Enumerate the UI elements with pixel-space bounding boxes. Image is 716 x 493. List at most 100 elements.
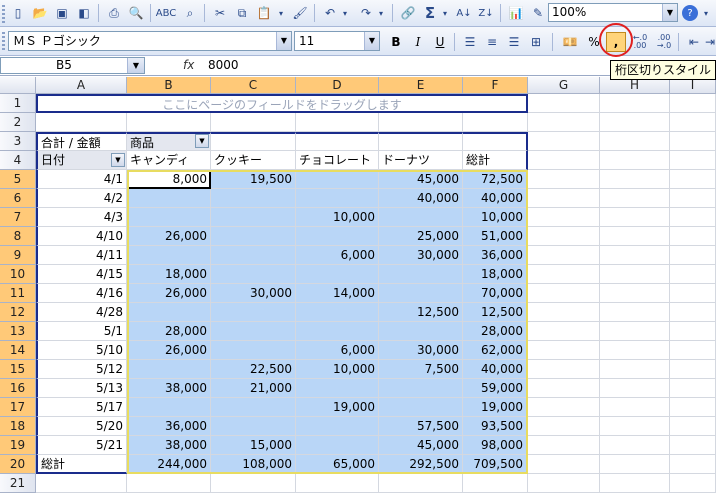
data-field-label[interactable]: 合計 / 金額 (36, 132, 127, 151)
row-total-cell[interactable]: 12,500 (463, 303, 528, 322)
date-label[interactable]: 4/3 (36, 208, 127, 227)
font-size-dropdown-icon[interactable]: ▼ (364, 32, 379, 50)
row-header[interactable]: 14 (0, 341, 36, 360)
format-painter-icon[interactable]: 🖌 (290, 3, 310, 23)
row-total-cell[interactable]: 70,000 (463, 284, 528, 303)
value-cell[interactable]: 19,500 (211, 170, 296, 189)
grid-cell[interactable] (528, 227, 600, 246)
redo-icon[interactable]: ↷ (356, 3, 376, 23)
value-cell[interactable] (296, 417, 379, 436)
grid-cell[interactable] (127, 113, 211, 132)
value-cell[interactable] (211, 189, 296, 208)
grid-cell[interactable] (211, 113, 296, 132)
grid-cell[interactable] (600, 322, 670, 341)
name-box[interactable]: B5 ▼ (0, 57, 145, 74)
date-label[interactable]: 4/1 (36, 170, 127, 189)
value-cell[interactable] (211, 303, 296, 322)
value-cell[interactable]: 40,000 (379, 189, 463, 208)
value-cell[interactable] (127, 303, 211, 322)
value-cell[interactable]: 15,000 (211, 436, 296, 455)
increase-decimal-button[interactable]: ←.0 .00 (630, 32, 650, 52)
value-cell[interactable] (379, 284, 463, 303)
row-header[interactable]: 15 (0, 360, 36, 379)
zoom-combobox[interactable]: 100% ▼ (548, 3, 678, 22)
value-cell[interactable] (379, 322, 463, 341)
paste-dropdown-icon[interactable]: ▾ (276, 3, 286, 23)
value-cell[interactable]: 10,000 (296, 360, 379, 379)
row-total-cell[interactable]: 72,500 (463, 170, 528, 189)
page-field-drop-zone[interactable]: ここにページのフィールドをドラッグします (36, 94, 528, 113)
grand-total-cell[interactable]: 244,000 (127, 455, 211, 474)
value-cell[interactable]: 45,000 (379, 170, 463, 189)
autosum-dropdown-icon[interactable]: ▾ (440, 3, 450, 23)
product-header[interactable]: クッキー (211, 151, 296, 170)
name-box-dropdown-icon[interactable]: ▼ (127, 58, 144, 73)
product-header[interactable]: チョコレート (296, 151, 379, 170)
grid-cell[interactable] (528, 322, 600, 341)
grid-cell[interactable] (296, 474, 379, 493)
date-label[interactable]: 4/2 (36, 189, 127, 208)
column-header-c[interactable]: C (211, 77, 296, 94)
date-label[interactable]: 4/16 (36, 284, 127, 303)
decrease-decimal-button[interactable]: .00 →.0 (654, 32, 674, 52)
redo-dropdown-icon[interactable]: ▾ (376, 3, 386, 23)
value-cell[interactable]: 38,000 (127, 379, 211, 398)
font-name-combobox[interactable]: ＭＳ Ｐゴシック ▼ (8, 31, 292, 51)
value-cell[interactable]: 25,000 (379, 227, 463, 246)
date-label[interactable]: 4/10 (36, 227, 127, 246)
grid-cell[interactable] (528, 132, 600, 151)
value-cell[interactable] (211, 246, 296, 265)
hyperlink-icon[interactable]: 🔗 (398, 3, 418, 23)
grand-total-cell[interactable]: 65,000 (296, 455, 379, 474)
grid-cell[interactable] (528, 303, 600, 322)
grid-cell[interactable] (600, 189, 670, 208)
grid-cell[interactable] (670, 170, 716, 189)
row-header[interactable]: 13 (0, 322, 36, 341)
column-header-f[interactable]: F (463, 77, 528, 94)
underline-button[interactable]: U (430, 32, 450, 52)
row-total-cell[interactable]: 28,000 (463, 322, 528, 341)
value-cell[interactable] (127, 360, 211, 379)
grid-cell[interactable] (600, 474, 670, 493)
value-cell[interactable] (379, 265, 463, 284)
value-cell[interactable]: 14,000 (296, 284, 379, 303)
grid-cell[interactable] (36, 474, 127, 493)
row-header[interactable]: 7 (0, 208, 36, 227)
row-header[interactable]: 12 (0, 303, 36, 322)
row-header[interactable]: 9 (0, 246, 36, 265)
grid-cell[interactable] (670, 360, 716, 379)
row-header[interactable]: 1 (0, 94, 36, 113)
value-cell[interactable]: 28,000 (127, 322, 211, 341)
value-cell[interactable]: 30,000 (211, 284, 296, 303)
grid-cell[interactable] (670, 227, 716, 246)
grid-cell[interactable] (600, 341, 670, 360)
value-cell[interactable]: 57,500 (379, 417, 463, 436)
value-cell[interactable]: 38,000 (127, 436, 211, 455)
grid-cell[interactable] (600, 94, 670, 113)
zoom-dropdown-icon[interactable]: ▼ (662, 4, 677, 21)
row-total-cell[interactable]: 93,500 (463, 417, 528, 436)
value-cell[interactable]: 30,000 (379, 341, 463, 360)
grid-cell[interactable] (528, 151, 600, 170)
value-cell[interactable] (296, 303, 379, 322)
grid-cell[interactable] (670, 94, 716, 113)
grid-cell[interactable] (600, 417, 670, 436)
toolbar-options-icon[interactable]: ▾ (700, 3, 712, 23)
value-cell[interactable]: 36,000 (127, 417, 211, 436)
toolbar-grip-2[interactable] (2, 32, 5, 50)
grid-cell[interactable] (528, 436, 600, 455)
row-header[interactable]: 17 (0, 398, 36, 417)
grid-cell[interactable] (528, 341, 600, 360)
merge-center-icon[interactable]: ⊞ (526, 32, 546, 52)
date-label[interactable]: 5/10 (36, 341, 127, 360)
grid-cell[interactable] (600, 303, 670, 322)
grid-cell[interactable] (600, 113, 670, 132)
value-cell[interactable]: 45,000 (379, 436, 463, 455)
new-file-icon[interactable]: ▯ (8, 3, 28, 23)
value-cell[interactable] (296, 227, 379, 246)
grand-total-header[interactable]: 総計 (463, 151, 528, 170)
value-cell[interactable] (211, 208, 296, 227)
row-header[interactable]: 18 (0, 417, 36, 436)
row-total-cell[interactable]: 62,000 (463, 341, 528, 360)
grid-cell[interactable] (600, 170, 670, 189)
